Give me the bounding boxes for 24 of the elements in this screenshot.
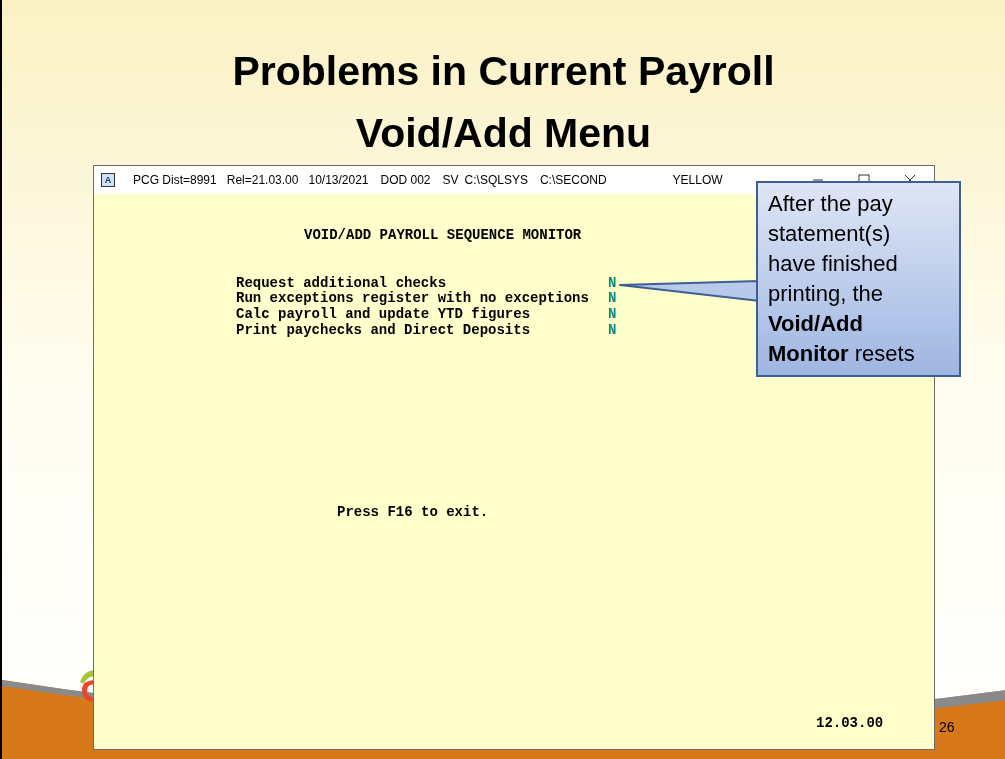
menu-item-label: Print paychecks and Direct Deposits (236, 322, 532, 339)
slide-title: Problems in Current Payroll (232, 47, 775, 96)
app-icon: A (101, 173, 115, 187)
title-text: PCG Dist=8991 (133, 172, 217, 189)
status-value: N (608, 322, 617, 339)
page-number: 26 (939, 718, 955, 737)
title-text: YELLOW (672, 172, 723, 189)
status-value: N (608, 291, 617, 308)
menu-item-label: Calc payroll and update YTD figures (236, 307, 532, 323)
title-text: 10/13/2021 (308, 172, 369, 189)
exit-hint: Press F16 to exit. (337, 504, 490, 521)
menu-item-label: Request additional checks (236, 275, 448, 291)
title-text: SV (442, 172, 459, 189)
status-value: N (608, 275, 617, 292)
menu-item-label: Run exceptions register with no exceptions (236, 291, 590, 307)
callout-tooltip: After the pay statement(s) have finished printing, the Void/Add Monitor resets (756, 181, 961, 377)
title-text: Rel=21.03.00 (226, 172, 299, 189)
title-text: DOD 002 (380, 172, 431, 189)
title-text: C:\SQLSYS (464, 172, 528, 189)
version-text: 12.03.00 (816, 716, 885, 732)
status-value: N (608, 307, 617, 323)
screen-heading: VOID/ADD PAYROLL SEQUENCE MONITOR (304, 228, 582, 244)
slide-title: Void/Add Menu (355, 109, 652, 158)
title-text: C:\SECOND (539, 172, 607, 189)
